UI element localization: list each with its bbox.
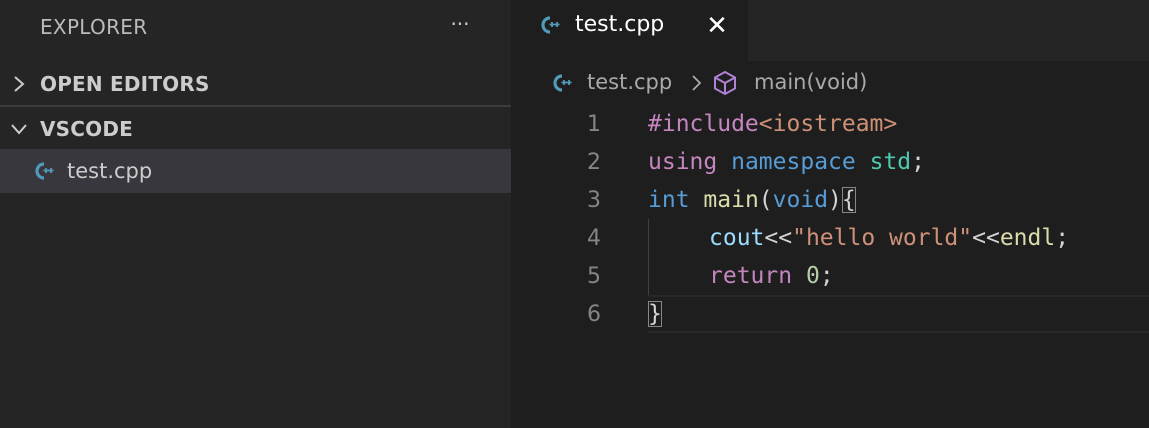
- code-token: (: [758, 187, 773, 213]
- code-token: 0: [805, 263, 820, 289]
- line-number: 1: [587, 112, 601, 137]
- code-token: ;: [819, 263, 834, 289]
- code-token: endl: [999, 225, 1056, 251]
- method-cube-icon: [714, 71, 736, 95]
- code-token: <<: [764, 225, 793, 251]
- code-token: }: [648, 301, 662, 327]
- open-editors-label: OPEN EDITORS: [40, 72, 210, 96]
- code-line[interactable]: 2 using namespace std;: [511, 144, 1149, 182]
- chevron-right-icon: [692, 75, 702, 91]
- tab-strip: test.cpp ✕: [511, 0, 1149, 61]
- line-text: return 0;: [648, 263, 834, 289]
- breadcrumb-file[interactable]: test.cpp: [587, 70, 672, 94]
- explorer-title: EXPLORER: [40, 15, 148, 39]
- file-name: test.cpp: [67, 159, 153, 183]
- code-token: {: [841, 187, 856, 213]
- tab-label: test.cpp: [575, 12, 665, 37]
- editor-area: test.cpp ✕ test.cpp main(void) 1 #includ…: [511, 0, 1149, 428]
- cpp-file-icon: [541, 16, 560, 34]
- code-token: ): [828, 187, 842, 213]
- line-number: 2: [587, 150, 601, 175]
- breadcrumb: test.cpp main(void): [511, 66, 1149, 102]
- line-number: 5: [587, 264, 601, 289]
- explorer-sidebar: EXPLORER ··· OPEN EDITORS VSCODE test.cp…: [0, 0, 511, 428]
- cpp-file-icon: [35, 162, 54, 180]
- line-text: }: [648, 301, 662, 327]
- close-icon[interactable]: ✕: [704, 12, 730, 40]
- breadcrumb-symbol[interactable]: main(void): [754, 70, 867, 94]
- file-tree-item-test-cpp[interactable]: test.cpp: [0, 149, 511, 193]
- more-actions-icon[interactable]: ···: [442, 8, 478, 44]
- line-text: cout<<"hello world"<<endl;: [648, 225, 1069, 251]
- code-token: void: [772, 187, 829, 213]
- code-line[interactable]: 6 }: [511, 296, 1149, 334]
- code-token: <iostream>: [758, 111, 898, 137]
- code-token: ;: [911, 149, 925, 175]
- vscode-folder-label: VSCODE: [40, 117, 134, 141]
- code-token: cout: [709, 225, 765, 251]
- code-token: main: [703, 187, 759, 213]
- code-token: std: [869, 149, 912, 175]
- line-text: int main(void){: [648, 187, 856, 213]
- code-token: using: [648, 149, 718, 175]
- code-token: <<: [972, 225, 1000, 251]
- line-text: using namespace std;: [648, 149, 925, 175]
- chevron-down-icon: [11, 124, 27, 135]
- code-token: ;: [1055, 225, 1070, 251]
- code-token: #include: [648, 111, 759, 137]
- chevron-right-icon: [14, 76, 25, 92]
- line-number: 4: [587, 226, 601, 251]
- code-line[interactable]: 4 cout<<"hello world"<<endl;: [511, 220, 1149, 258]
- code-line[interactable]: 3 int main(void){: [511, 182, 1149, 220]
- open-editors-section-header[interactable]: OPEN EDITORS: [0, 62, 511, 106]
- explorer-header: EXPLORER ···: [0, 0, 511, 54]
- code-editor[interactable]: 1 #include<iostream> 2 using namespace s…: [511, 105, 1149, 428]
- code-line[interactable]: 1 #include<iostream>: [511, 106, 1149, 144]
- tab-test-cpp[interactable]: test.cpp ✕: [511, 0, 748, 61]
- line-text: #include<iostream>: [648, 111, 897, 137]
- code-token: namespace: [731, 149, 856, 175]
- line-number: 6: [587, 302, 601, 327]
- code-token: "hello world": [792, 225, 973, 251]
- vscode-folder-section-header[interactable]: VSCODE: [0, 107, 511, 151]
- code-token: return: [709, 263, 793, 289]
- code-line[interactable]: 5 return 0;: [511, 258, 1149, 296]
- cpp-file-icon: [553, 74, 572, 92]
- code-token: int: [648, 187, 690, 213]
- line-number: 3: [587, 188, 601, 213]
